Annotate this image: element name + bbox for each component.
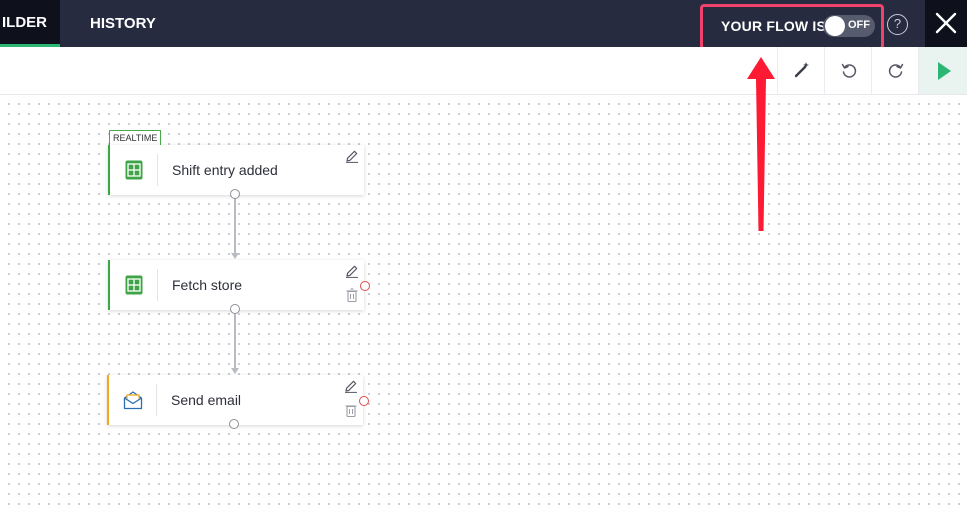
annotation-arrow bbox=[747, 57, 775, 231]
node-divider bbox=[157, 269, 158, 301]
magic-wand-button[interactable] bbox=[777, 47, 824, 94]
help-button[interactable]: ? bbox=[887, 14, 908, 35]
run-button[interactable] bbox=[918, 47, 967, 94]
magic-wand-icon bbox=[794, 62, 809, 78]
connector-arrow bbox=[231, 368, 239, 374]
close-button[interactable] bbox=[925, 0, 967, 47]
tab-history[interactable]: HISTORY bbox=[90, 0, 156, 47]
edit-icon[interactable] bbox=[344, 379, 358, 393]
edit-icon[interactable] bbox=[345, 149, 359, 163]
tab-builder[interactable]: ILDER bbox=[0, 0, 60, 47]
node-fetch-store[interactable]: Fetch store bbox=[108, 260, 364, 310]
error-port[interactable] bbox=[360, 281, 370, 291]
toolbar bbox=[0, 47, 967, 95]
envelope-icon bbox=[123, 391, 143, 410]
node-divider bbox=[157, 154, 158, 186]
flow-toggle[interactable]: OFF bbox=[823, 15, 875, 37]
node-label: Send email bbox=[171, 392, 242, 408]
help-icon: ? bbox=[893, 16, 902, 31]
node-send-email[interactable]: Send email bbox=[107, 375, 363, 425]
trash-icon[interactable] bbox=[346, 288, 358, 302]
flow-status-label: YOUR FLOW IS bbox=[721, 18, 827, 34]
node-divider bbox=[156, 384, 157, 416]
node-label: Shift entry added bbox=[172, 162, 278, 178]
top-bar: ILDER HISTORY YOUR FLOW IS OFF ? bbox=[0, 0, 967, 50]
table-icon bbox=[125, 160, 143, 180]
output-port[interactable] bbox=[229, 419, 239, 429]
error-port[interactable] bbox=[359, 396, 369, 406]
flow-status-highlight: YOUR FLOW IS OFF bbox=[700, 4, 884, 50]
connector-line bbox=[234, 313, 236, 369]
output-port[interactable] bbox=[230, 189, 240, 199]
trash-icon[interactable] bbox=[345, 403, 357, 417]
close-icon bbox=[935, 12, 957, 34]
node-label: Fetch store bbox=[172, 277, 243, 293]
toggle-knob bbox=[825, 16, 845, 36]
connector-arrow bbox=[231, 253, 239, 259]
redo-button[interactable] bbox=[871, 47, 918, 94]
toggle-state-text: OFF bbox=[848, 19, 870, 31]
undo-button[interactable] bbox=[824, 47, 871, 94]
realtime-badge: REALTIME bbox=[109, 130, 162, 146]
play-icon bbox=[938, 62, 951, 80]
edit-icon[interactable] bbox=[345, 264, 359, 278]
node-shift-entry-added[interactable]: Shift entry added bbox=[108, 145, 364, 195]
output-port[interactable] bbox=[230, 304, 240, 314]
undo-icon bbox=[841, 63, 857, 78]
table-icon bbox=[125, 275, 143, 295]
redo-icon bbox=[888, 63, 904, 78]
connector-line bbox=[234, 198, 236, 254]
